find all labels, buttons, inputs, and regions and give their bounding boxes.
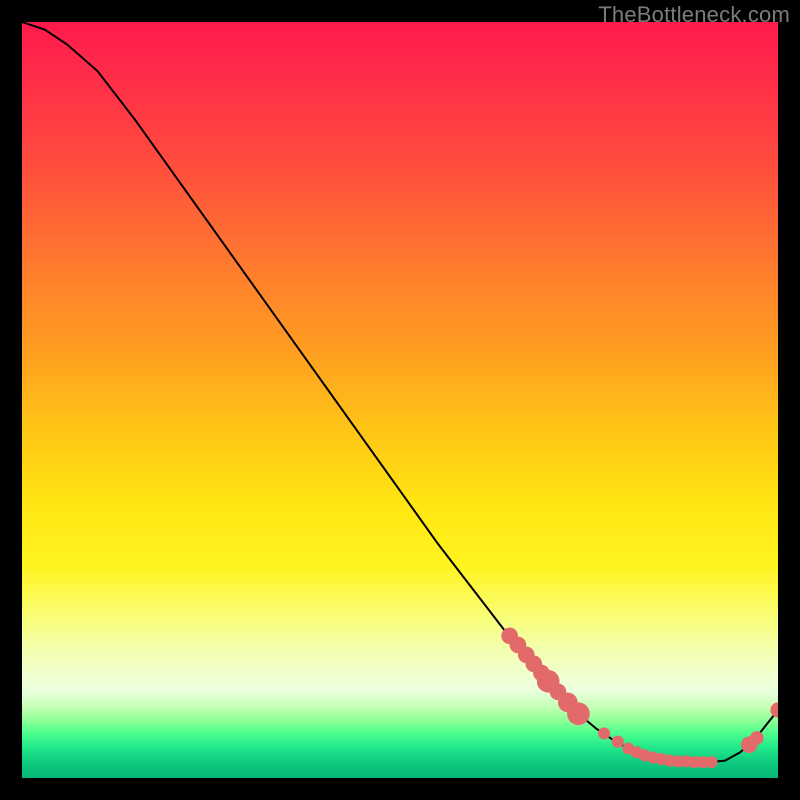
data-point [705,756,717,768]
data-point-markers [501,628,778,769]
data-point [598,727,610,739]
data-point [612,736,624,748]
curve-line [22,22,778,762]
chart-frame: TheBottleneck.com [0,0,800,800]
data-point [770,702,778,717]
bottleneck-curve [22,22,778,778]
watermark-text: TheBottleneck.com [598,2,790,28]
data-point [750,731,764,745]
plot-area [22,22,778,778]
data-point [567,702,590,725]
